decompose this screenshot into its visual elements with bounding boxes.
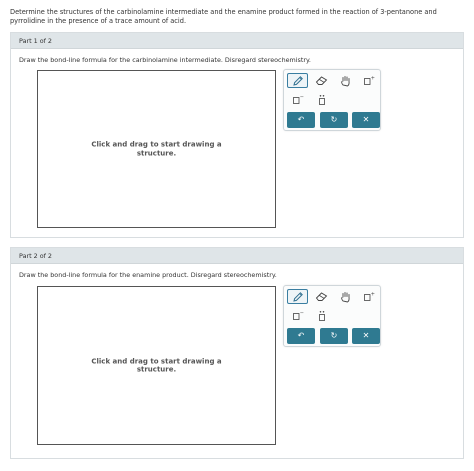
- eraser-icon: [315, 75, 328, 86]
- redo-icon: ↻: [330, 331, 338, 340]
- hand-tool-button[interactable]: [335, 73, 356, 88]
- pencil-icon: [292, 75, 304, 87]
- clear-button[interactable]: ✕: [352, 328, 380, 344]
- pencil-tool-button[interactable]: [287, 73, 308, 88]
- redo-icon: ↻: [330, 115, 338, 124]
- add-atom-button[interactable]: +: [358, 73, 379, 88]
- svg-text:+: +: [370, 76, 374, 82]
- part-2-instruction: Draw the bond-line formula for the enami…: [19, 271, 277, 279]
- eraser-tool-button[interactable]: [311, 73, 332, 88]
- add-atom-icon: +: [363, 75, 375, 86]
- lone-pair-tool-button[interactable]: [311, 92, 332, 107]
- hand-tool-button[interactable]: [335, 289, 356, 304]
- canvas-hint: Click and drag to start drawing a struct…: [91, 140, 222, 157]
- canvas-hint: Click and drag to start drawing a struct…: [91, 356, 222, 374]
- lone-pair-tool-button[interactable]: [311, 308, 332, 323]
- redo-button[interactable]: ↻: [320, 328, 348, 344]
- add-atom-button[interactable]: +: [358, 289, 379, 304]
- undo-button[interactable]: ↶: [287, 328, 315, 344]
- part-1-header: Part 1 of 2: [11, 33, 463, 49]
- redo-button[interactable]: ↻: [320, 112, 348, 128]
- clear-button[interactable]: ✕: [352, 112, 380, 128]
- eraser-icon: [315, 291, 328, 302]
- drawing-canvas-part-2[interactable]: Click and drag to start drawing a struct…: [37, 286, 276, 445]
- eraser-tool-button[interactable]: [311, 289, 332, 304]
- undo-button[interactable]: ↶: [287, 112, 315, 128]
- question-text: Determine the structures of the carbinol…: [10, 8, 437, 26]
- add-atom-icon: +: [363, 291, 375, 302]
- hand-icon: [340, 75, 351, 87]
- pencil-icon: [292, 291, 304, 303]
- svg-text:−: −: [299, 95, 303, 101]
- drawing-canvas-part-1[interactable]: Click and drag to start drawing a struct…: [37, 70, 276, 228]
- pencil-tool-button[interactable]: [287, 289, 308, 304]
- lone-pair-icon: [317, 94, 327, 106]
- drawing-toolbar-part-1: + − ↶ ↻ ✕: [283, 69, 381, 131]
- undo-icon: ↶: [297, 115, 305, 124]
- charge-icon: −: [292, 94, 304, 105]
- drawing-toolbar-part-2: + − ↶ ↻ ✕: [283, 285, 381, 347]
- close-icon: ✕: [362, 115, 370, 124]
- svg-text:+: +: [370, 292, 374, 298]
- part-2-panel: Part 2 of 2 Draw the bond-line formula f…: [10, 247, 464, 459]
- part-2-header: Part 2 of 2: [11, 248, 463, 264]
- charge-icon: −: [292, 310, 304, 321]
- part-1-panel: Part 1 of 2 Draw the bond-line formula f…: [10, 32, 464, 238]
- charge-tool-button[interactable]: −: [287, 308, 308, 323]
- close-icon: ✕: [362, 331, 370, 340]
- svg-text:−: −: [299, 311, 303, 317]
- part-1-instruction: Draw the bond-line formula for the carbi…: [19, 56, 311, 64]
- charge-tool-button[interactable]: −: [287, 92, 308, 107]
- hand-icon: [340, 291, 351, 303]
- lone-pair-icon: [317, 310, 327, 322]
- undo-icon: ↶: [297, 331, 305, 340]
